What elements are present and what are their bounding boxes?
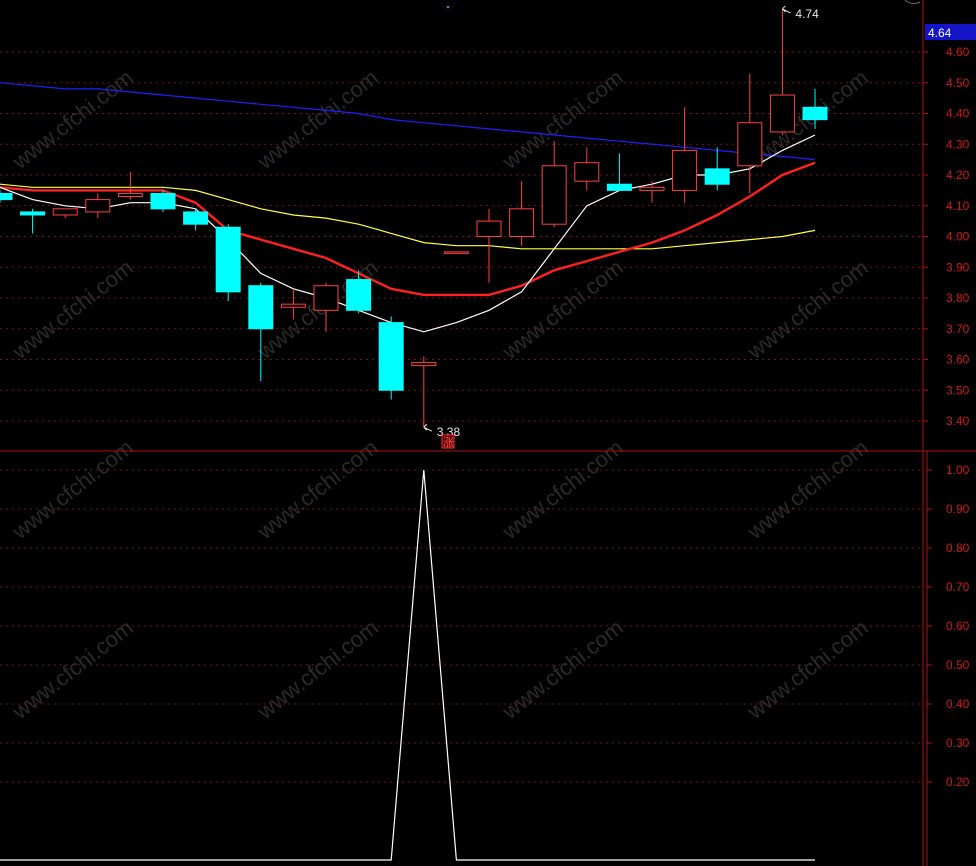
indicator-line — [0, 469, 815, 861]
candle-body-8 — [248, 285, 274, 330]
candle-body-21 — [672, 149, 698, 191]
candle-0 — [0, 190, 13, 203]
indicator-tick-label-3: 0.70 — [946, 580, 970, 594]
indicator-tick-label-4: 0.60 — [946, 619, 970, 633]
indicator-tick-label-8: 0.20 — [946, 775, 970, 789]
candle-21 — [672, 107, 698, 203]
current-price-tag-label: 4.64 — [928, 26, 952, 40]
candle-body-4 — [117, 192, 143, 198]
candle-7 — [215, 224, 241, 302]
moving-average-lines — [0, 82, 816, 333]
candle-body-23 — [737, 122, 763, 167]
stock-chart: www.cfchi.com www.cfchi.com www.cfchi.com w… — [0, 0, 976, 866]
candle-1 — [20, 208, 46, 234]
candle-20 — [639, 181, 665, 203]
candle-body-14 — [443, 251, 469, 254]
current-price-tag: 4.64 — [925, 24, 976, 40]
candle-body-15 — [476, 220, 502, 237]
candle-3 — [85, 193, 111, 219]
candle-12 — [378, 316, 404, 400]
indicator-axis-ticks: 1.00 0.90 0.80 0.70 0.60 0.50 0.40 0.30 0.20 — [927, 463, 970, 789]
watermark-14: www.cfchi.com — [497, 615, 628, 725]
candle-22 — [704, 147, 730, 191]
candle-body-13 — [411, 362, 437, 367]
signal-marker: 涨 — [441, 434, 455, 449]
candle-body-12 — [378, 322, 404, 391]
candle-body-20 — [639, 186, 665, 191]
indicator-tick-label-6: 0.40 — [946, 697, 970, 711]
candle-body-9 — [280, 303, 306, 308]
candle-body-22 — [704, 168, 730, 185]
watermark-1: www.cfchi.com — [252, 65, 383, 175]
candle-body-1 — [20, 211, 46, 216]
signal-marker-label: 涨 — [443, 436, 454, 449]
watermark-15: www.cfchi.com — [742, 615, 873, 725]
candle-body-10 — [313, 285, 339, 311]
watermark-7: www.cfchi.com — [742, 255, 873, 365]
price-tick-label-7: 3.90 — [946, 260, 970, 274]
top-dot-marker — [446, 5, 450, 9]
candle-body-25 — [802, 106, 828, 121]
watermark-2: www.cfchi.com — [497, 65, 628, 175]
candle-17 — [541, 141, 567, 228]
candle-body-3 — [85, 199, 111, 213]
candle-16 — [509, 181, 535, 246]
watermark-6: www.cfchi.com — [497, 255, 628, 365]
annotation-arrow-1 — [423, 423, 433, 432]
watermark-13: www.cfchi.com — [252, 615, 383, 725]
indicator-tick-label-2: 0.80 — [946, 541, 970, 555]
candle-body-5 — [150, 192, 176, 210]
indicator-tick-label-1: 0.90 — [946, 502, 970, 516]
annotation-arrow-0 — [782, 5, 791, 14]
candle-body-24 — [769, 94, 795, 133]
price-tick-label-1: 4.50 — [946, 76, 970, 90]
indicator-panel — [0, 469, 815, 861]
top-right-icon[interactable] — [904, 0, 921, 5]
candle-18 — [574, 147, 600, 191]
candle-body-2 — [52, 208, 78, 216]
candle-5 — [150, 190, 176, 212]
candle-4 — [117, 171, 143, 200]
candle-23 — [737, 73, 763, 194]
price-tick-label-11: 3.50 — [946, 383, 970, 397]
price-axis-ticks: 4.60 4.50 4.40 4.30 4.20 4.10 4.00 3.90 3.80 3.70… — [923, 45, 970, 428]
candle-24 — [769, 8, 795, 136]
candle-body-7 — [215, 226, 241, 293]
candle-body-18 — [574, 162, 600, 182]
candle-body-0 — [0, 192, 13, 201]
annotation-label-0: 4.74 — [795, 7, 819, 21]
price-tick-label-2: 4.40 — [946, 107, 970, 121]
price-tick-label-9: 3.70 — [946, 322, 970, 336]
watermark-12: www.cfchi.com — [7, 615, 138, 725]
price-tick-label-0: 4.60 — [946, 45, 970, 59]
indicator-tick-label-5: 0.50 — [946, 658, 970, 672]
candle-2 — [52, 208, 78, 219]
watermark-0: www.cfchi.com — [7, 65, 138, 175]
price-tick-label-12: 3.40 — [946, 414, 970, 428]
candle-body-6 — [183, 211, 209, 225]
candle-body-19 — [606, 183, 632, 191]
candle-body-11 — [346, 279, 372, 311]
indicator-tick-label-7: 0.30 — [946, 736, 970, 750]
price-tick-label-4: 4.20 — [946, 168, 970, 182]
candle-6 — [183, 208, 209, 231]
price-tick-label-3: 4.30 — [946, 137, 970, 151]
price-tick-label-5: 4.10 — [946, 199, 970, 213]
candle-body-16 — [509, 208, 535, 237]
price-tick-label-6: 4.00 — [946, 230, 970, 244]
axes — [0, 0, 976, 866]
indicator-tick-label-0: 1.00 — [946, 463, 970, 477]
price-tick-label-10: 3.60 — [946, 353, 970, 367]
candle-13 — [411, 356, 437, 428]
price-tick-label-8: 3.80 — [946, 291, 970, 305]
candle-body-17 — [541, 165, 567, 225]
watermark-4: www.cfchi.com — [7, 255, 138, 365]
corner-icon — [904, 0, 921, 5]
candle-14 — [443, 251, 469, 254]
candle-19 — [606, 153, 632, 191]
